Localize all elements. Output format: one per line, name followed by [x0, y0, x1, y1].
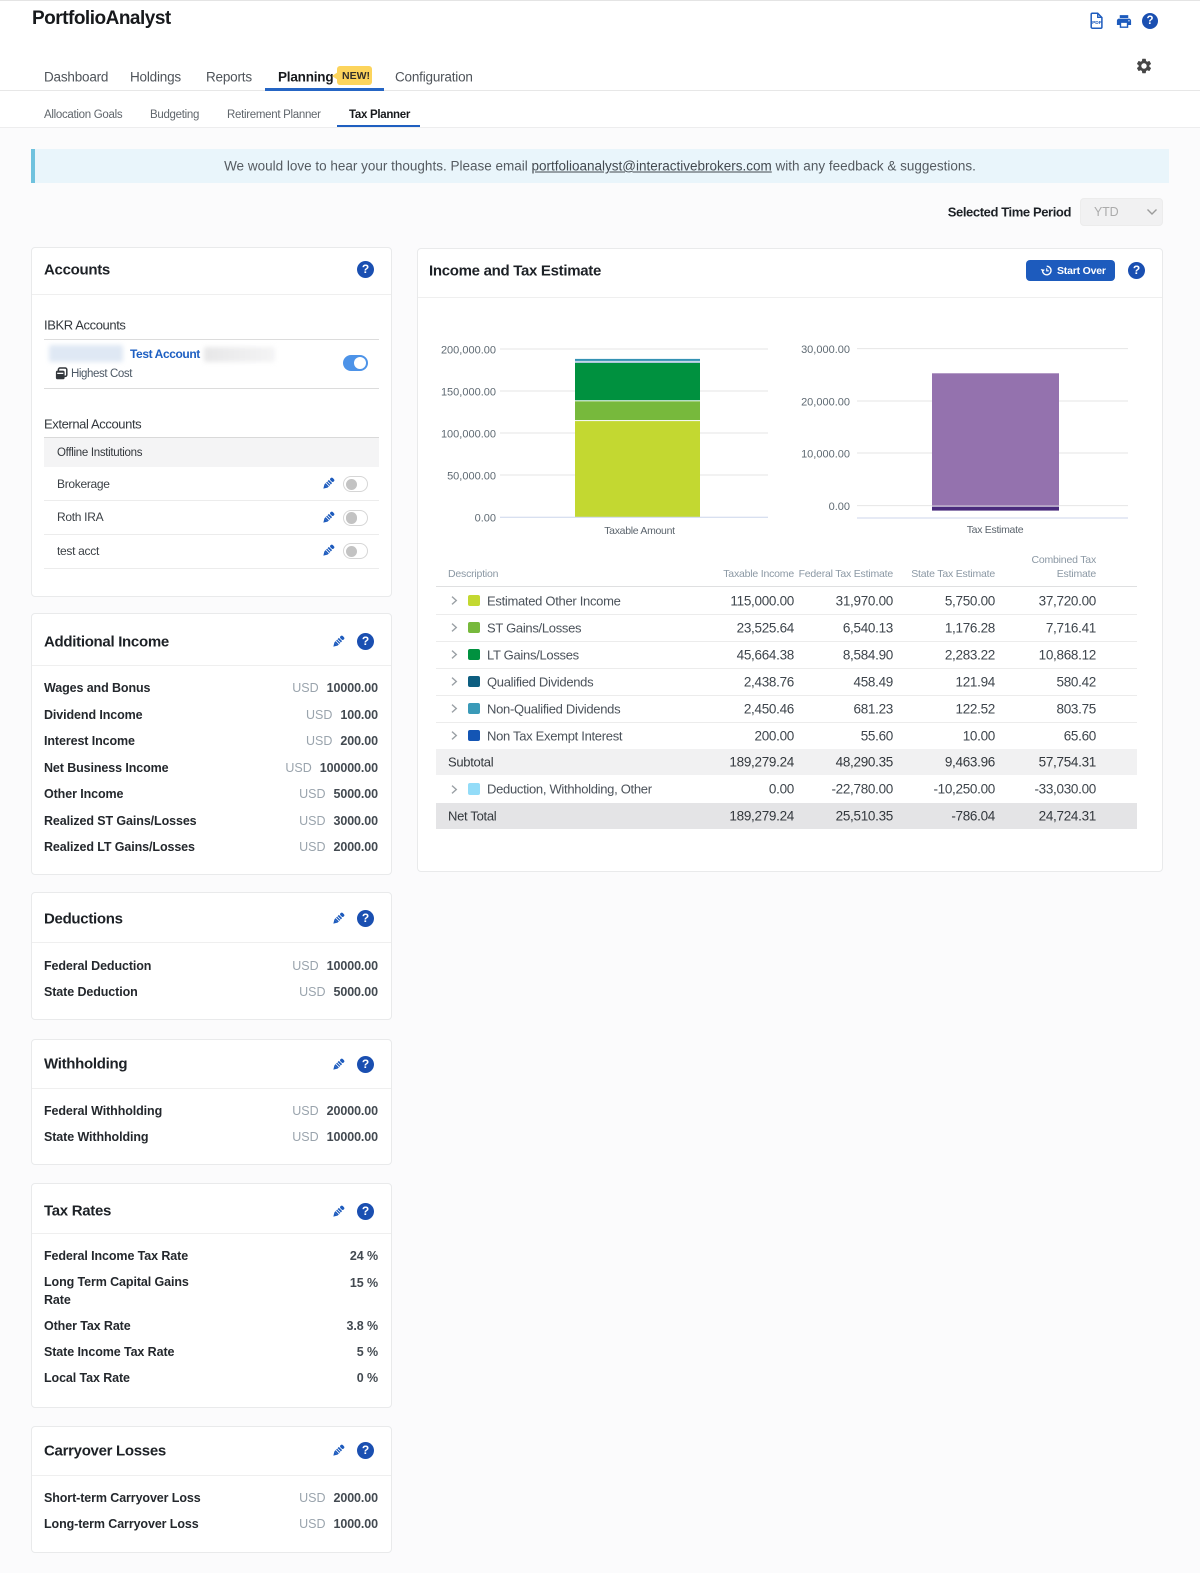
svg-text:150,000.00: 150,000.00 [441, 387, 496, 399]
svg-text:0.00: 0.00 [829, 501, 850, 513]
svg-text:20,000.00: 20,000.00 [801, 397, 850, 409]
svg-text:10,000.00: 10,000.00 [801, 449, 850, 461]
svg-text:Taxable Amount: Taxable Amount [604, 525, 675, 537]
svg-text:0.00: 0.00 [475, 513, 496, 525]
svg-text:50,000.00: 50,000.00 [447, 471, 496, 483]
svg-text:100,000.00: 100,000.00 [441, 429, 496, 441]
svg-text:Tax Estimate: Tax Estimate [967, 524, 1024, 536]
svg-text:30,000.00: 30,000.00 [801, 344, 850, 356]
svg-text:PDF: PDF [1092, 20, 1102, 26]
svg-text:200,000.00: 200,000.00 [441, 345, 496, 357]
